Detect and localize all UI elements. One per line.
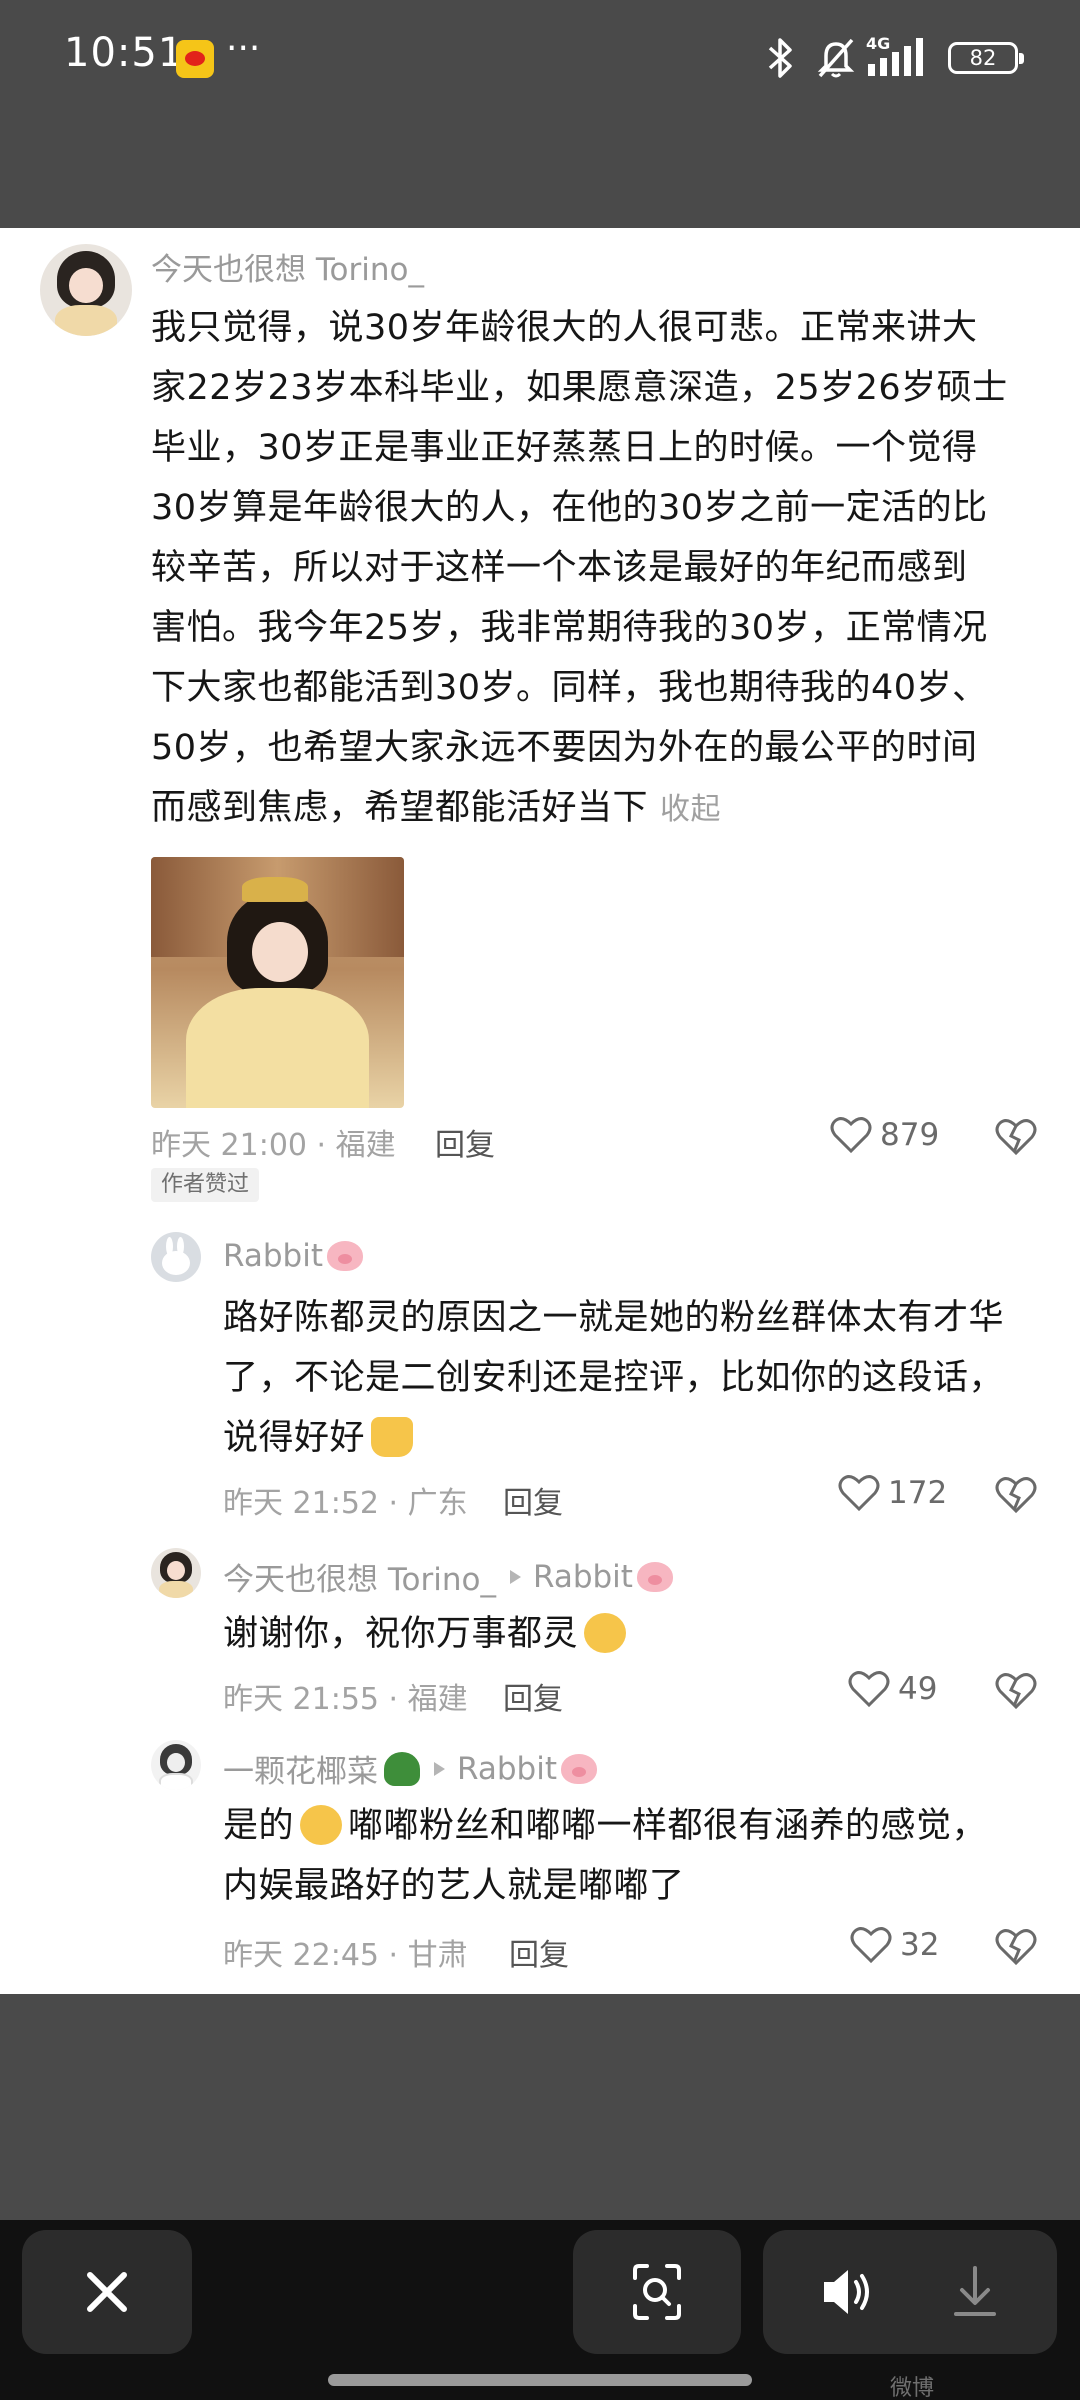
cellular-signal-icon: 4G	[866, 34, 930, 80]
avatar[interactable]	[40, 244, 132, 336]
broken-heart-icon[interactable]	[995, 1118, 1037, 1156]
watermark: 微博	[890, 2376, 935, 2400]
close-button[interactable]	[22, 2230, 192, 2354]
image-search-button[interactable]	[573, 2230, 741, 2354]
kiss-emoji-icon	[584, 1613, 627, 1653]
heart-outline-icon	[848, 1671, 890, 1708]
weibo-app-icon	[176, 40, 214, 78]
reply-button[interactable]: 回复	[503, 1674, 563, 1718]
like-count: 49	[898, 1671, 938, 1707]
heart-outline-icon	[830, 1117, 872, 1154]
comment-meta: 昨天 22:45 · 甘肃	[223, 1938, 468, 1973]
more-notifications-indicator: ···	[226, 28, 261, 69]
reply-button[interactable]: 回复	[503, 1478, 563, 1522]
reply-button[interactable]: 回复	[435, 1120, 495, 1164]
avatar[interactable]	[151, 1740, 201, 1790]
heart-outline-icon	[838, 1475, 880, 1512]
comment-username[interactable]: 今天也很想 Torino_ Rabbit	[223, 1554, 673, 1599]
scan-icon	[633, 2264, 681, 2320]
avatar[interactable]	[151, 1232, 201, 1282]
collapse-link[interactable]: 收起	[660, 792, 721, 827]
comment-meta: 昨天 21:52 · 广东	[223, 1486, 468, 1521]
comment-meta: 昨天 21:55 · 福建	[223, 1682, 468, 1717]
comment-username[interactable]: 今天也很想 Torino_	[151, 244, 424, 289]
battery-indicator: 82	[948, 42, 1024, 74]
heart-outline-icon	[850, 1927, 892, 1964]
reply-button[interactable]: 回复	[509, 1930, 569, 1974]
broken-heart-icon[interactable]	[995, 1672, 1037, 1710]
comment-text: 谢谢你，祝你万事都灵	[223, 1604, 1053, 1664]
status-bar: 10:51 ··· 4G 82	[0, 0, 1080, 120]
pig-emoji-icon	[636, 1561, 673, 1592]
like-button[interactable]: 32	[850, 1926, 939, 1964]
download-icon[interactable]	[930, 2250, 1020, 2334]
close-icon	[87, 2272, 127, 2312]
comment-text: 我只觉得，说30岁年龄很大的人很可悲。正常来讲大 家22岁23岁本科毕业，如果愿…	[151, 308, 1008, 828]
like-count: 879	[880, 1117, 940, 1153]
bluetooth-icon	[768, 38, 792, 78]
like-button[interactable]: 49	[848, 1670, 937, 1708]
avatar[interactable]	[151, 1548, 201, 1598]
pig-emoji-icon	[560, 1753, 597, 1784]
speaker-icon[interactable]	[800, 2250, 890, 2334]
comment-text: 路好陈都灵的原因之一就是她的粉丝群体太有才华 了，不论是二创安利还是控评，比如你…	[223, 1298, 1005, 1458]
comment-username[interactable]: 一颗花椰菜 Rabbit	[223, 1746, 597, 1791]
status-time: 10:51	[64, 30, 185, 76]
broccoli-emoji-icon	[384, 1751, 420, 1786]
comment-image[interactable]	[151, 857, 404, 1108]
broken-heart-icon[interactable]	[995, 1476, 1037, 1514]
like-button[interactable]: 879	[830, 1116, 939, 1154]
broken-heart-icon[interactable]	[995, 1928, 1037, 1966]
thumbs-up-emoji-icon	[371, 1417, 414, 1457]
pig-emoji-icon	[326, 1241, 363, 1271]
comment-text: 是的 嘟嘟粉丝和嘟嘟一样都很有涵养的感觉， 内娱最路好的艺人就是嘟嘟了	[223, 1805, 988, 1906]
crying-emoji-icon	[300, 1805, 343, 1845]
reply-arrow-icon	[509, 1569, 521, 1584]
home-indicator[interactable]	[328, 2374, 752, 2386]
like-button[interactable]: 172	[838, 1474, 947, 1512]
comment-username[interactable]: Rabbit	[223, 1238, 363, 1274]
comment-card: 今天也很想 Torino_ 我只觉得，说30岁年龄很大的人很可悲。正常来讲大 家…	[0, 228, 1080, 1994]
comment-meta: 昨天 21:00 · 福建	[151, 1128, 396, 1163]
top-spacer	[0, 120, 1080, 228]
like-count: 172	[888, 1475, 948, 1511]
author-liked-badge: 作者赞过	[151, 1168, 260, 1202]
reply-arrow-icon	[434, 1761, 445, 1776]
like-count: 32	[900, 1927, 940, 1963]
mute-bell-icon	[817, 38, 855, 78]
